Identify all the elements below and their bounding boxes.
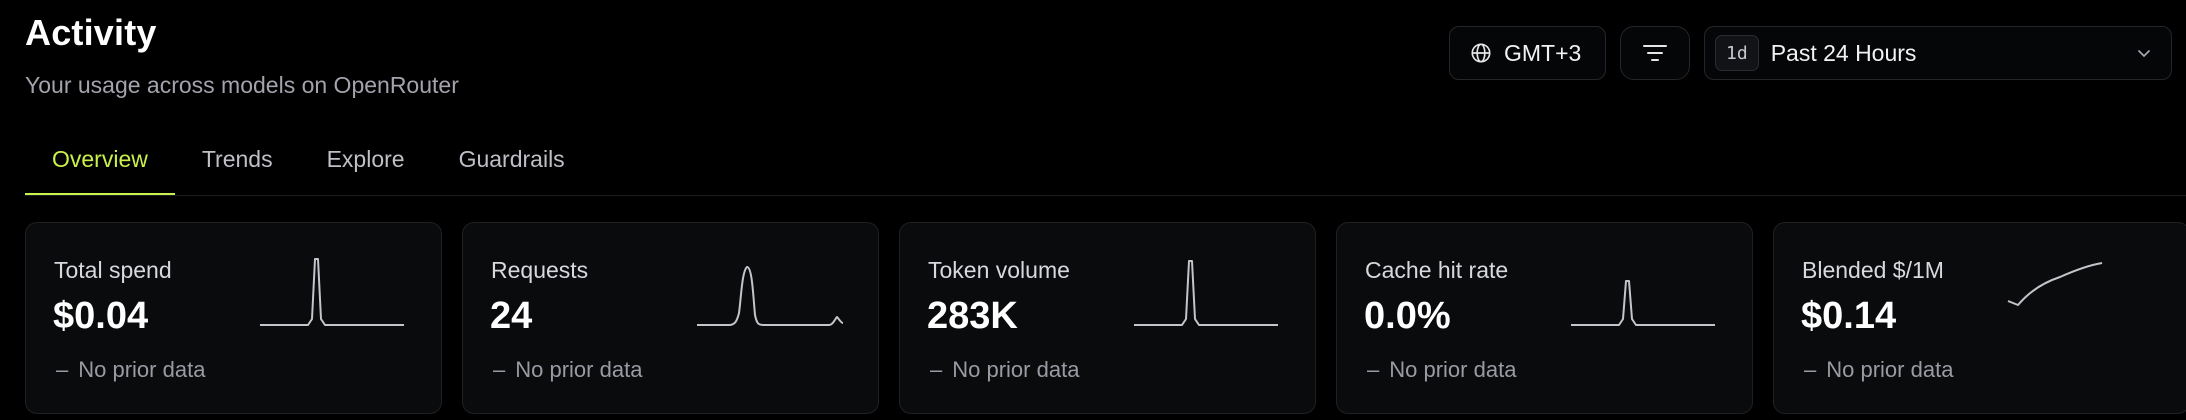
filter-icon xyxy=(1643,45,1667,61)
sparkline xyxy=(697,266,844,326)
metric-label: Total spend xyxy=(54,257,172,283)
sparkline xyxy=(1571,280,1715,326)
metric-delta-text: No prior data xyxy=(515,357,643,382)
sparkline xyxy=(260,258,404,326)
chevron-down-icon xyxy=(2138,50,2150,57)
metric-value: $0.14 xyxy=(1801,295,1897,337)
timezone-button[interactable]: GMT+3 xyxy=(1449,26,1606,80)
time-range-select[interactable]: 1d Past 24 Hours xyxy=(1704,26,2172,80)
tab-guardrails[interactable]: Guardrails xyxy=(432,140,592,196)
metric-delta: – No prior data xyxy=(1804,357,1954,382)
tab-divider xyxy=(25,195,2186,196)
metric-label: Cache hit rate xyxy=(1365,257,1509,283)
globe-icon xyxy=(1471,43,1491,63)
metric-label: Requests xyxy=(491,257,589,283)
metric-delta: – No prior data xyxy=(930,357,1080,382)
metric-card-blended-cost[interactable]: Blended $/1M $0.14 – No prior data xyxy=(1773,222,2186,414)
tab-overview[interactable]: Overview xyxy=(25,140,175,196)
metric-card-cache-hit-rate[interactable]: Cache hit rate 0.0% – No prior data xyxy=(1336,222,1753,414)
timezone-label: GMT+3 xyxy=(1504,39,1582,66)
metric-value: 0.0% xyxy=(1364,295,1451,337)
toolbar: GMT+3 1d Past 24 Hours xyxy=(1449,26,2172,80)
metric-delta: – No prior data xyxy=(1367,357,1517,382)
time-range-label: Past 24 Hours xyxy=(1770,39,1917,66)
metric-value: 24 xyxy=(490,295,533,337)
metric-card-token-volume[interactable]: Token volume 283K – No prior data xyxy=(899,222,1316,414)
metric-delta-text: No prior data xyxy=(952,357,1080,382)
metric-delta-text: No prior data xyxy=(1826,357,1954,382)
tab-explore[interactable]: Explore xyxy=(300,140,432,196)
metric-delta: – No prior data xyxy=(56,357,206,382)
sparkline xyxy=(2007,262,2103,306)
metric-card-requests[interactable]: Requests 24 – No prior data xyxy=(462,222,879,414)
metric-value: $0.04 xyxy=(53,295,149,337)
sparkline xyxy=(1134,260,1278,326)
metric-delta-text: No prior data xyxy=(1389,357,1517,382)
metric-value: 283K xyxy=(927,295,1018,337)
page-title: Activity xyxy=(25,12,157,53)
filter-button[interactable] xyxy=(1620,26,1690,80)
metric-label: Blended $/1M xyxy=(1802,257,1944,283)
metric-cards: Total spend $0.04 – No prior data Request… xyxy=(25,222,2186,414)
metric-label: Token volume xyxy=(928,257,1070,283)
page-header: Activity xyxy=(25,12,157,54)
metric-card-total-spend[interactable]: Total spend $0.04 – No prior data xyxy=(25,222,442,414)
tab-bar: Overview Trends Explore Guardrails xyxy=(25,140,592,196)
time-range-code: 1d xyxy=(1715,35,1759,71)
metric-delta: – No prior data xyxy=(493,357,643,382)
metric-delta-text: No prior data xyxy=(78,357,206,382)
page-subtitle: Your usage across models on OpenRouter xyxy=(25,72,459,98)
tab-trends[interactable]: Trends xyxy=(175,140,300,196)
